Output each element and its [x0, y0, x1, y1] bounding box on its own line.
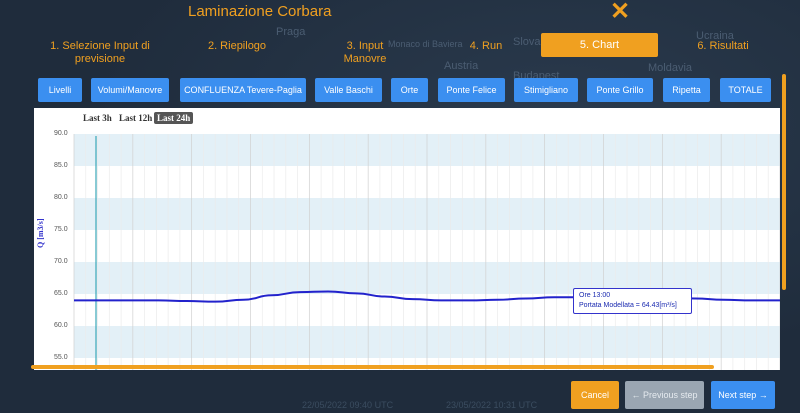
tab-volumi-manovre[interactable]: Volumi/Manovre: [91, 78, 169, 102]
tab-totale[interactable]: TOTALE: [720, 78, 771, 102]
tab-ponte-grillo[interactable]: Ponte Grillo: [587, 78, 653, 102]
step-3[interactable]: 3. Input Manovre: [329, 40, 401, 66]
tooltip-time: Ore 13:00: [579, 292, 611, 299]
tab-orte[interactable]: Orte: [391, 78, 428, 102]
tab-livelli[interactable]: Livelli: [38, 78, 82, 102]
map-label: Moldavia: [648, 62, 693, 74]
step-1[interactable]: 1. Selezione Input di previsione: [50, 40, 150, 66]
close-icon[interactable]: ✕: [610, 0, 630, 24]
date-to: 23/05/2022 10:31 UTC: [446, 400, 538, 410]
chart-panel: Last 3h Last 12h Last 24h Q [m3/s] 90.0 …: [34, 108, 780, 370]
date-from: 22/05/2022 09:40 UTC: [302, 400, 394, 410]
step-6[interactable]: 6. Risultati: [694, 40, 752, 53]
map-label: Austria: [444, 60, 479, 72]
tab-stimigliano[interactable]: Stimigliano: [514, 78, 578, 102]
tab-valle-baschi[interactable]: Valle Baschi: [315, 78, 382, 102]
chart-tooltip: Ore 13:00 Portata Modellata = 64.43[m³/s…: [573, 288, 692, 314]
previous-step-button[interactable]: ← Previous step: [625, 381, 704, 409]
tab-confluenza[interactable]: CONFLUENZA Tevere-Paglia: [180, 78, 306, 102]
step-4[interactable]: 4. Run: [468, 40, 504, 53]
tab-ponte-felice[interactable]: Ponte Felice: [438, 78, 505, 102]
tooltip-value: Portata Modellata = 64.43[m³/s]: [579, 302, 677, 309]
chart-plot: [73, 134, 780, 370]
step-2[interactable]: 2. Riepilogo: [204, 40, 270, 53]
cancel-button[interactable]: Cancel: [571, 381, 619, 409]
tab-ripetta[interactable]: Ripetta: [663, 78, 710, 102]
map-label: Praga: [276, 26, 306, 38]
horizontal-scrollbar[interactable]: [31, 365, 714, 369]
vertical-scrollbar[interactable]: [782, 74, 786, 290]
step-5[interactable]: 5. Chart: [541, 33, 658, 57]
app-title: Laminazione Corbara: [188, 3, 332, 20]
next-step-button[interactable]: Next step →: [711, 381, 775, 409]
